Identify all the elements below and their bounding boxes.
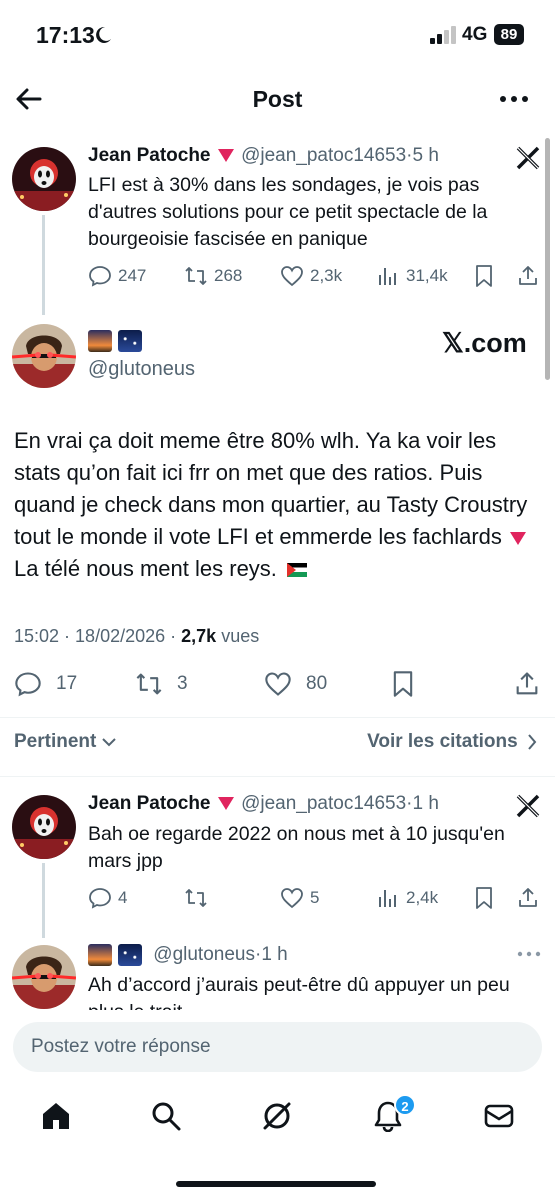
watermark: 𝕏.com [442, 328, 527, 358]
reply-count: 4 [118, 888, 128, 907]
status-bar: 17:13 4G 89 [0, 0, 555, 70]
author-handle[interactable]: @jean_patoc14653 [241, 145, 406, 166]
reply-button[interactable]: 247 [88, 264, 146, 288]
share-icon[interactable] [516, 264, 540, 288]
battery-indicator: 89 [494, 24, 524, 45]
like-button[interactable]: 2,3k [280, 264, 342, 288]
views-button[interactable]: 2,4k [376, 886, 438, 910]
divider [0, 717, 555, 718]
grok-icon[interactable] [261, 1100, 293, 1132]
share-icon[interactable] [516, 886, 540, 910]
reply-icon [15, 672, 41, 697]
like-count: 2,3k [310, 266, 343, 285]
avatar[interactable] [12, 324, 76, 388]
reply-icon [89, 888, 111, 909]
page-title: Post [252, 86, 303, 112]
reply-button[interactable]: 17 [14, 670, 77, 698]
chevron-down-icon [101, 738, 116, 747]
views-count: 31,4k [406, 266, 448, 285]
bookmark-icon[interactable] [472, 886, 496, 910]
reply-icon [89, 266, 111, 287]
red-triangle-icon [217, 797, 234, 811]
reply-bar: Postez votre réponse [0, 1010, 555, 1090]
search-icon[interactable] [150, 1100, 182, 1132]
stars-emoji-icon [118, 944, 142, 966]
tweet-header: Jean Patoche @jean_patoc14653·1 h [88, 793, 439, 814]
retweet-button[interactable] [184, 886, 214, 910]
avatar[interactable] [12, 795, 76, 859]
stars-emoji-icon [118, 330, 142, 352]
author-handle[interactable]: @glutoneus [88, 358, 195, 381]
views-button[interactable]: 31,4k [376, 264, 448, 288]
views-count: 2,4k [406, 888, 439, 907]
author-name[interactable]: Jean Patoche [88, 145, 211, 166]
bookmark-icon[interactable] [389, 670, 417, 698]
tweet-text: En vrai ça doit meme être 80% wlh. Ya ka… [14, 428, 528, 581]
notifications-badge: 2 [394, 1094, 416, 1116]
signal-icon [430, 26, 456, 44]
retweet-icon [185, 889, 207, 907]
avatar[interactable] [12, 945, 76, 1009]
sunset-emoji-icon [88, 944, 112, 966]
home-icon[interactable] [40, 1100, 72, 1132]
tweet-timestamp: 15:02 · 18/02/2026 · 2,7k vues [14, 626, 260, 646]
moon-icon [96, 26, 111, 43]
tweet-time: 1 h [412, 793, 439, 814]
quotes-link[interactable]: Voir les citations [367, 731, 537, 753]
more-icon[interactable] [516, 950, 542, 958]
reply-count: 247 [118, 266, 147, 285]
home-indicator [176, 1181, 376, 1187]
thread-line [42, 863, 45, 938]
share-icon[interactable] [513, 670, 541, 698]
more-icon[interactable] [498, 94, 530, 104]
like-button[interactable]: 5 [280, 886, 319, 910]
tweet-text: LFI est à 30% dans les sondages, je vois… [88, 174, 488, 250]
scrollbar[interactable] [545, 138, 550, 380]
like-button[interactable]: 80 [264, 670, 327, 698]
views-icon [379, 890, 396, 907]
tweet-time: 5 h [412, 145, 439, 166]
nav-bar: Post [0, 70, 555, 130]
avatar[interactable] [12, 147, 76, 211]
network-type: 4G [462, 24, 488, 45]
tweet-header: @glutoneus·1 h [88, 944, 288, 966]
mail-icon[interactable] [483, 1100, 515, 1132]
sort-dropdown[interactable]: Pertinent [14, 731, 116, 753]
thread-line [42, 215, 45, 315]
reply-input[interactable]: Postez votre réponse [13, 1022, 542, 1072]
tweet-text: Bah oe regarde 2022 on nous met à 10 jus… [88, 823, 505, 872]
red-triangle-icon [510, 531, 527, 545]
retweet-icon [136, 673, 162, 695]
retweet-button[interactable]: 3 [135, 670, 188, 698]
bookmark-icon[interactable] [472, 264, 496, 288]
retweet-count: 268 [214, 266, 243, 285]
tweet-time: 1 h [261, 944, 288, 966]
x-logo-icon [516, 794, 540, 818]
retweet-icon [185, 267, 207, 285]
emoji-row [88, 330, 148, 352]
sunset-emoji-icon [88, 330, 112, 352]
author-handle[interactable]: @glutoneus [153, 944, 255, 965]
x-logo-icon [516, 146, 540, 170]
red-triangle-icon [217, 149, 234, 163]
reply-count: 17 [56, 673, 78, 694]
author-handle[interactable]: @jean_patoc14653 [241, 793, 406, 814]
like-icon [281, 266, 303, 287]
tweet-header: Jean Patoche @jean_patoc14653·5 h [88, 145, 439, 166]
palestine-flag-icon [287, 563, 308, 578]
chevron-right-icon [528, 734, 537, 750]
views-count: 2,7k [181, 626, 217, 646]
retweet-count: 3 [177, 673, 188, 694]
views-icon [379, 268, 396, 285]
like-count: 5 [310, 888, 320, 907]
author-name[interactable]: Jean Patoche [88, 793, 211, 814]
reply-button[interactable]: 4 [88, 886, 127, 910]
like-icon [281, 888, 303, 909]
like-icon [265, 672, 291, 696]
divider [0, 776, 555, 777]
like-count: 80 [306, 673, 328, 694]
retweet-button[interactable]: 268 [184, 264, 242, 288]
status-time: 17:13 [36, 22, 95, 48]
